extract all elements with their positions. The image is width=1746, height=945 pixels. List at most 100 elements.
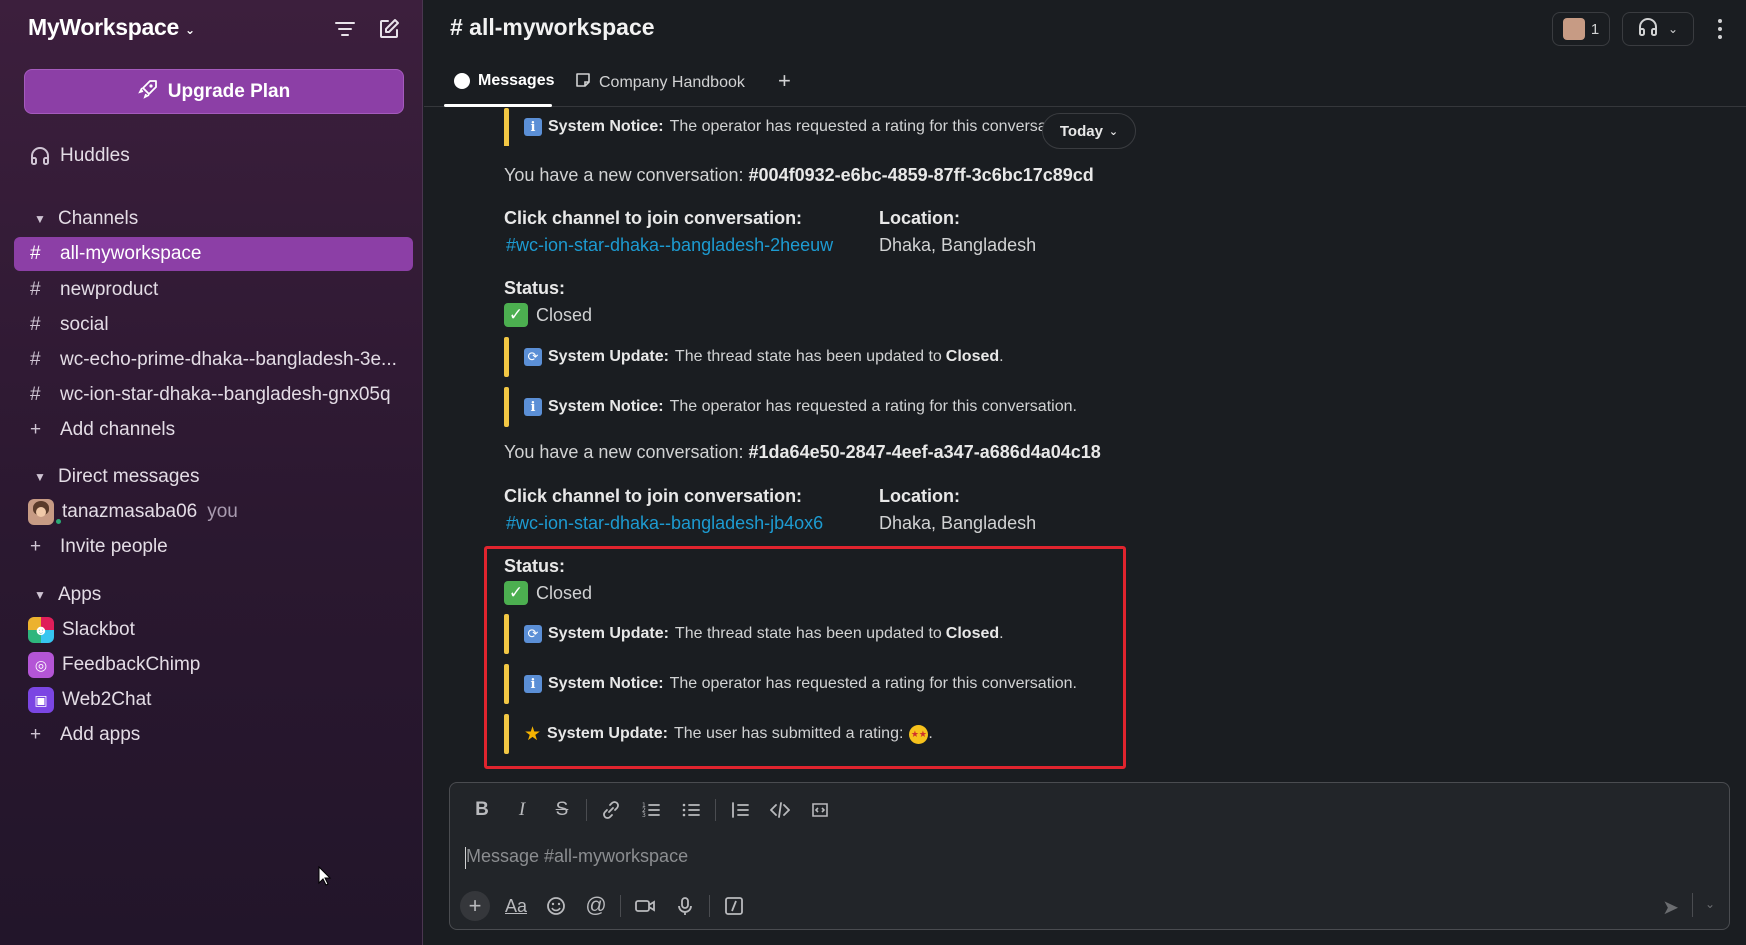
caret-down-icon: ▼ <box>34 588 46 602</box>
strikethrough-icon[interactable]: S <box>542 795 582 825</box>
microphone-icon[interactable] <box>665 891 705 921</box>
workspace-switcher[interactable]: MyWorkspace ⌄ <box>28 14 195 41</box>
notice-text: The operator has requested a rating for … <box>669 675 1077 692</box>
plus-icon: + <box>30 419 42 440</box>
message-input[interactable]: Message #all-myworkspace <box>466 846 688 867</box>
text-format-icon[interactable]: Aa <box>496 891 536 921</box>
video-icon[interactable] <box>625 891 665 921</box>
conversation-id: #1da64e50-2847-4eef-a347-a686d4a04c18 <box>748 442 1101 462</box>
sidebar-item-slackbot[interactable]: ☻ Slackbot <box>14 613 413 647</box>
plus-icon: + <box>778 68 791 93</box>
ordered-list-icon[interactable]: 123 <box>631 795 671 825</box>
add-apps-label: Add apps <box>60 724 141 745</box>
info-icon: i <box>524 118 542 136</box>
invite-label: Invite people <box>60 536 168 557</box>
notice-label: System Notice: <box>548 675 664 692</box>
tab-messages[interactable]: Messages <box>454 72 555 90</box>
refresh-icon: ⟳ <box>524 348 542 366</box>
blockquote-icon[interactable] <box>720 795 760 825</box>
apps-section-header[interactable]: ▼ Apps <box>14 580 101 610</box>
tab-company-handbook[interactable]: Company Handbook <box>575 72 745 93</box>
period: . <box>999 625 1004 642</box>
bold-icon[interactable]: B <box>462 795 502 825</box>
sidebar-item-all-myworkspace[interactable]: # all-myworkspace <box>14 237 413 271</box>
mention-icon[interactable]: @ <box>576 891 616 921</box>
chevron-down-icon: ⌄ <box>184 22 195 37</box>
member-count: 1 <box>1590 20 1600 38</box>
slash-command-icon[interactable] <box>714 891 754 921</box>
channel-link[interactable]: #wc-ion-star-dhaka--bangladesh-jb4ox6 <box>506 513 823 534</box>
new-conversation-message: You have a new conversation: #1da64e50-2… <box>504 442 1101 463</box>
app-label: Slackbot <box>62 619 135 640</box>
sidebar-item-wc-echo-prime[interactable]: # wc-echo-prime-dhaka--bangladesh-3e... <box>14 343 413 377</box>
update-text: The thread state has been updated to <box>674 625 942 642</box>
link-icon[interactable] <box>591 795 631 825</box>
channel-link[interactable]: #wc-ion-star-dhaka--bangladesh-2heeuw <box>506 235 833 256</box>
notice-label: System Notice: <box>548 118 664 135</box>
sidebar-item-invite-people[interactable]: + Invite people <box>14 530 413 564</box>
status-value: ✓ Closed <box>504 581 592 605</box>
headphones-icon <box>1638 17 1658 41</box>
channel-label: all-myworkspace <box>60 243 202 264</box>
message-bubble-icon <box>454 73 470 89</box>
sidebar-item-newproduct[interactable]: # newproduct <box>14 273 413 307</box>
send-icon[interactable]: ➤ <box>1662 895 1679 920</box>
italic-icon[interactable]: I <box>502 795 542 825</box>
presence-indicator <box>54 517 63 526</box>
huddle-button[interactable]: ⌄ <box>1622 12 1694 46</box>
system-update: ⟳ System Update: The thread state has be… <box>504 337 1004 377</box>
code-icon[interactable] <box>760 795 800 825</box>
emoji-icon[interactable] <box>536 891 576 921</box>
composer-actions: + Aa @ <box>460 891 754 921</box>
add-channels-label: Add channels <box>60 419 176 440</box>
system-notice: i System Notice: The operator has reques… <box>504 387 1077 427</box>
hash-icon: # <box>30 243 41 264</box>
plus-icon[interactable]: + <box>460 891 490 921</box>
members-button[interactable]: 1 <box>1552 12 1610 46</box>
filter-icon[interactable] <box>332 16 358 42</box>
channels-section-header[interactable]: ▼ Channels <box>14 204 138 234</box>
huddles-label: Huddles <box>60 145 130 166</box>
status-text: Closed <box>536 582 593 603</box>
sidebar-item-feedbackchimp[interactable]: ◎ FeedbackChimp <box>14 648 413 682</box>
sidebar-item-add-channels[interactable]: + Add channels <box>14 413 413 447</box>
status-label: Status: <box>504 278 566 298</box>
avatar <box>1562 18 1585 40</box>
hash-icon: # <box>30 314 41 335</box>
notice-text: The operator has requested a rating for … <box>669 398 1077 415</box>
notice-text: The operator has requested a rating for … <box>669 118 1052 135</box>
caret-down-icon: ▼ <box>34 470 46 484</box>
add-tab-button[interactable]: + <box>778 68 791 94</box>
sidebar-item-wc-ion-star[interactable]: # wc-ion-star-dhaka--bangladesh-gnx05q <box>14 378 413 412</box>
hash-icon: # <box>30 279 41 300</box>
today-label: Today <box>1059 122 1103 140</box>
rocket-icon <box>137 79 158 105</box>
sidebar: MyWorkspace ⌄ Upgrade Plan Huddles ▼ Cha… <box>0 0 423 945</box>
compose-icon[interactable] <box>376 16 402 42</box>
code-block-icon[interactable] <box>800 795 840 825</box>
caret-down-icon: ▼ <box>34 212 46 226</box>
upgrade-plan-button[interactable]: Upgrade Plan <box>24 69 404 114</box>
chevron-down-icon[interactable]: ⌄ <box>1705 897 1715 911</box>
sidebar-item-dm-self[interactable]: tanazmasaba06 you <box>14 495 413 529</box>
feedbackchimp-icon: ◎ <box>28 652 54 678</box>
location-value: Dhaka, Bangladesh <box>879 513 1037 533</box>
dm-section-header[interactable]: ▼ Direct messages <box>14 462 200 492</box>
formatting-toolbar: B I S 123 <box>462 795 840 825</box>
more-options-icon[interactable] <box>1710 16 1730 42</box>
dm-user-label: tanazmasaba06 <box>62 501 198 522</box>
bulleted-list-icon[interactable] <box>671 795 711 825</box>
star-struck-emoji-icon: ★★ <box>909 724 929 744</box>
status-value: ✓ Closed <box>504 303 592 327</box>
date-divider-today[interactable]: Today ⌄ <box>1042 113 1136 149</box>
web2chat-icon: ▣ <box>28 687 54 713</box>
sidebar-item-social[interactable]: # social <box>14 308 413 342</box>
sidebar-item-add-apps[interactable]: + Add apps <box>14 718 413 752</box>
channel-view: # all-myworkspace 1 ⌄ Messages Company H… <box>424 0 1746 945</box>
tab-label: Company Handbook <box>599 73 745 91</box>
sidebar-item-web2chat[interactable]: ▣ Web2Chat <box>14 683 413 717</box>
update-text: The thread state has been updated to <box>674 348 942 365</box>
system-notice: i System Notice: The operator has reques… <box>504 108 1064 146</box>
channel-title[interactable]: # all-myworkspace <box>450 14 655 41</box>
sidebar-item-huddles[interactable]: Huddles <box>14 139 413 173</box>
